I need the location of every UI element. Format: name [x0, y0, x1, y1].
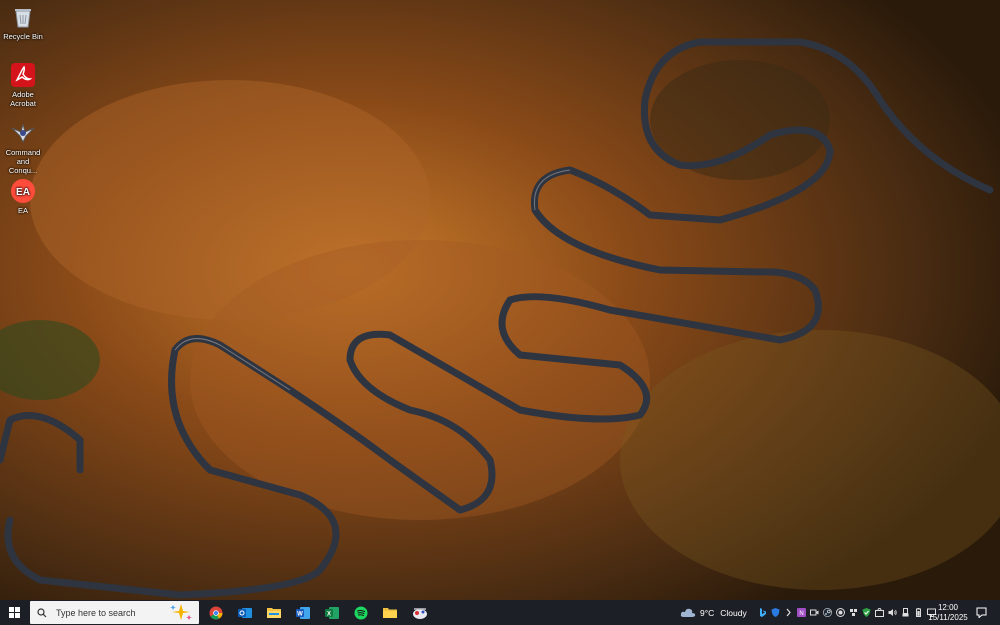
search-placeholder: Type here to search	[56, 607, 136, 618]
desktop-icon-label: Adobe Acrobat	[10, 90, 36, 108]
recycle-bin-icon	[10, 4, 36, 30]
desktop-icon-recycle-bin[interactable]: Recycle Bin	[2, 4, 44, 41]
command-and-conquer-icon	[10, 120, 36, 146]
adobe-acrobat-icon	[10, 62, 36, 88]
taskbar-app-excel[interactable]: X	[321, 600, 343, 625]
clock-time: 12:00	[937, 602, 959, 612]
desktop-icon-label: EA	[17, 206, 28, 215]
desktop-icon-label: Command and Conqu...	[5, 148, 41, 175]
bing-icon[interactable]	[758, 608, 767, 617]
clock[interactable]: 12:00 15/11/2025	[926, 600, 970, 625]
excel-icon: X	[325, 606, 339, 619]
wallpaper-autumn-mountain-road	[0, 0, 1000, 600]
weather-widget[interactable]: 9°C Cloudy	[680, 600, 747, 625]
defender-icon[interactable]	[771, 608, 780, 617]
search-input[interactable]: Type here to search	[30, 601, 199, 624]
taskbar-app-word[interactable]: W	[292, 600, 314, 625]
taskbar-app-outlook[interactable]	[234, 600, 256, 625]
desktop[interactable]: Recycle Bin Adobe Acrobat Command and Co…	[0, 0, 1000, 600]
onenote-icon[interactable]: N	[797, 608, 806, 617]
taskbar: Type here to search W X 9°C Cloudy N 12:…	[0, 600, 1000, 625]
battery-icon[interactable]	[914, 608, 923, 617]
network-icon[interactable]	[849, 608, 858, 617]
svg-text:X: X	[327, 611, 331, 617]
chrome-icon	[209, 606, 223, 619]
windows-logo-icon	[9, 607, 20, 618]
notification-center-button[interactable]	[972, 600, 990, 625]
show-desktop-button[interactable]	[994, 600, 1000, 625]
svg-text:EA: EA	[16, 187, 30, 198]
svg-text:W: W	[297, 611, 303, 617]
notification-icon	[976, 607, 986, 618]
weather-condition: Cloudy	[720, 607, 747, 618]
desktop-icon-label: Recycle Bin	[3, 32, 43, 41]
weather-temperature: 9°C	[700, 607, 715, 618]
cloud-icon	[680, 608, 696, 617]
game-app-icon	[413, 607, 427, 619]
meet-now-icon[interactable]	[810, 608, 819, 617]
desktop-icon-adobe-acrobat[interactable]: Adobe Acrobat	[2, 62, 44, 108]
start-button[interactable]	[0, 600, 29, 625]
taskbar-app-folder[interactable]	[379, 600, 401, 625]
taskbar-app-spotify[interactable]	[350, 600, 372, 625]
word-icon: W	[296, 606, 310, 619]
usb-device-icon[interactable]	[901, 608, 910, 617]
desktop-icon-command-and-conquer[interactable]: Command and Conqu...	[2, 120, 44, 175]
svg-text:N: N	[799, 611, 803, 617]
clock-date: 15/11/2025	[928, 612, 968, 622]
taskbar-app-game[interactable]	[408, 600, 432, 625]
system-tray: N	[756, 600, 938, 625]
taskbar-app-file-explorer[interactable]	[263, 600, 285, 625]
record-icon[interactable]	[836, 608, 845, 617]
folder-icon	[383, 607, 397, 618]
ea-app-icon: EA	[10, 178, 36, 204]
store-icon[interactable]	[875, 608, 884, 617]
spotify-icon	[354, 606, 368, 619]
file-explorer-icon	[267, 608, 281, 618]
speaker-icon[interactable]	[888, 608, 897, 617]
desktop-icon-ea[interactable]: EA EA	[2, 178, 44, 215]
search-highlight-sparkle-icon	[170, 604, 192, 620]
chevron-right-icon[interactable]	[784, 608, 793, 617]
taskbar-app-chrome[interactable]	[205, 600, 227, 625]
outlook-icon	[238, 607, 252, 618]
shield-check-icon[interactable]	[862, 608, 871, 617]
search-icon	[37, 607, 47, 617]
steam-icon[interactable]	[823, 608, 832, 617]
